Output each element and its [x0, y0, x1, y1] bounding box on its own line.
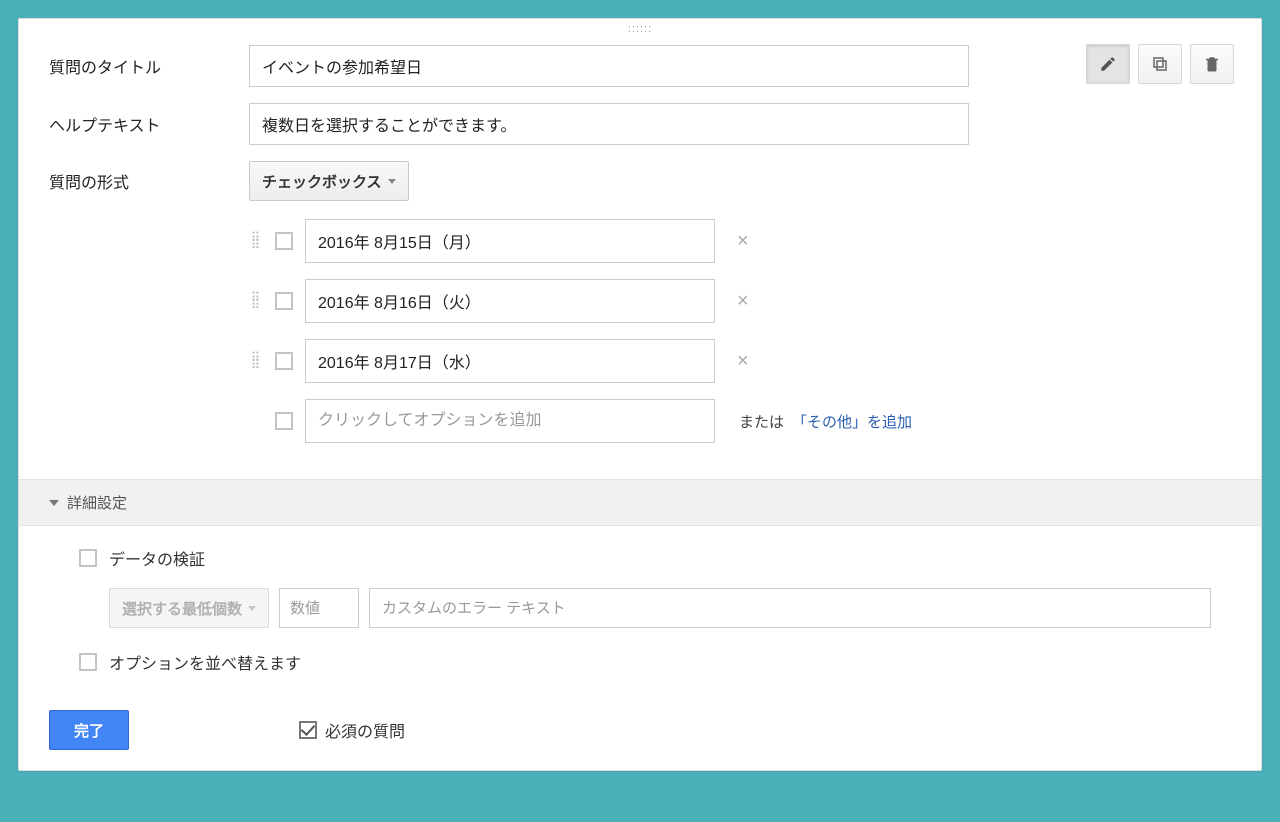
- min-select-dropdown[interactable]: 選択する最低個数: [109, 588, 269, 628]
- advanced-settings-body: データの検証 選択する最低個数 オプションを並べ替えます: [19, 526, 1261, 700]
- help-text-label: ヘルプテキスト: [49, 112, 229, 136]
- option-row: ⠿⠿ ×: [249, 279, 1231, 323]
- data-validation-label: データの検証: [109, 546, 205, 570]
- delete-button[interactable]: [1190, 44, 1234, 84]
- shuffle-options-checkbox[interactable]: [79, 653, 97, 671]
- drag-handle-icon[interactable]: ⠿⠿: [249, 234, 263, 248]
- pencil-icon: [1099, 55, 1117, 73]
- add-option-row: または 「その他」を追加: [249, 399, 1231, 443]
- footer: 完了 必須の質問: [19, 700, 1261, 750]
- required-checkbox[interactable]: [299, 721, 317, 739]
- drag-handle-icon[interactable]: ⠿⠿: [249, 354, 263, 368]
- remove-option-icon[interactable]: ×: [731, 290, 755, 313]
- toolbar: [1086, 44, 1234, 84]
- question-title-input[interactable]: [249, 45, 969, 87]
- help-text-input[interactable]: [249, 103, 969, 145]
- shuffle-options-label: オプションを並べ替えます: [109, 650, 301, 674]
- option-row: ⠿⠿ ×: [249, 339, 1231, 383]
- advanced-settings-label: 詳細設定: [67, 492, 127, 513]
- remove-option-icon[interactable]: ×: [731, 350, 755, 373]
- option-input[interactable]: [305, 339, 715, 383]
- option-checkbox[interactable]: [275, 292, 293, 310]
- options-list: ⠿⠿ × ⠿⠿ × ⠿⠿ × または 「その他」を追加: [19, 209, 1261, 469]
- drag-handle-icon[interactable]: ⠿⠿: [249, 294, 263, 308]
- remove-option-icon[interactable]: ×: [731, 230, 755, 253]
- question-type-value: チェックボックス: [262, 171, 382, 192]
- add-option-input[interactable]: [305, 399, 715, 443]
- required-label: 必須の質問: [325, 718, 405, 742]
- option-checkbox[interactable]: [275, 352, 293, 370]
- option-input[interactable]: [305, 279, 715, 323]
- validation-number-input[interactable]: [279, 588, 359, 628]
- option-checkbox: [275, 412, 293, 430]
- duplicate-button[interactable]: [1138, 44, 1182, 84]
- question-title-label: 質問のタイトル: [49, 54, 229, 78]
- validation-controls: 選択する最低個数: [109, 588, 1211, 628]
- validation-error-input[interactable]: [369, 588, 1211, 628]
- panel-drag-handle[interactable]: ::::::: [19, 19, 1261, 37]
- chevron-down-icon: [388, 179, 396, 184]
- done-button[interactable]: 完了: [49, 710, 129, 750]
- copy-icon: [1151, 55, 1169, 73]
- data-validation-checkbox[interactable]: [79, 549, 97, 567]
- min-select-label: 選択する最低個数: [122, 598, 242, 619]
- add-other-link[interactable]: 「その他」を追加: [792, 411, 912, 432]
- option-checkbox[interactable]: [275, 232, 293, 250]
- chevron-down-icon: [49, 500, 59, 506]
- advanced-settings-toggle[interactable]: 詳細設定: [19, 479, 1261, 526]
- edit-button[interactable]: [1086, 44, 1130, 84]
- question-type-label: 質問の形式: [49, 169, 229, 193]
- trash-icon: [1203, 55, 1221, 73]
- option-input[interactable]: [305, 219, 715, 263]
- option-row: ⠿⠿ ×: [249, 219, 1231, 263]
- or-text: または: [739, 411, 784, 432]
- question-type-dropdown[interactable]: チェックボックス: [249, 161, 409, 201]
- chevron-down-icon: [248, 606, 256, 611]
- question-editor-panel: :::::: 質問のタイトル ヘルプテキスト 質問の形式 チェックボックス ⠿⠿: [18, 18, 1262, 771]
